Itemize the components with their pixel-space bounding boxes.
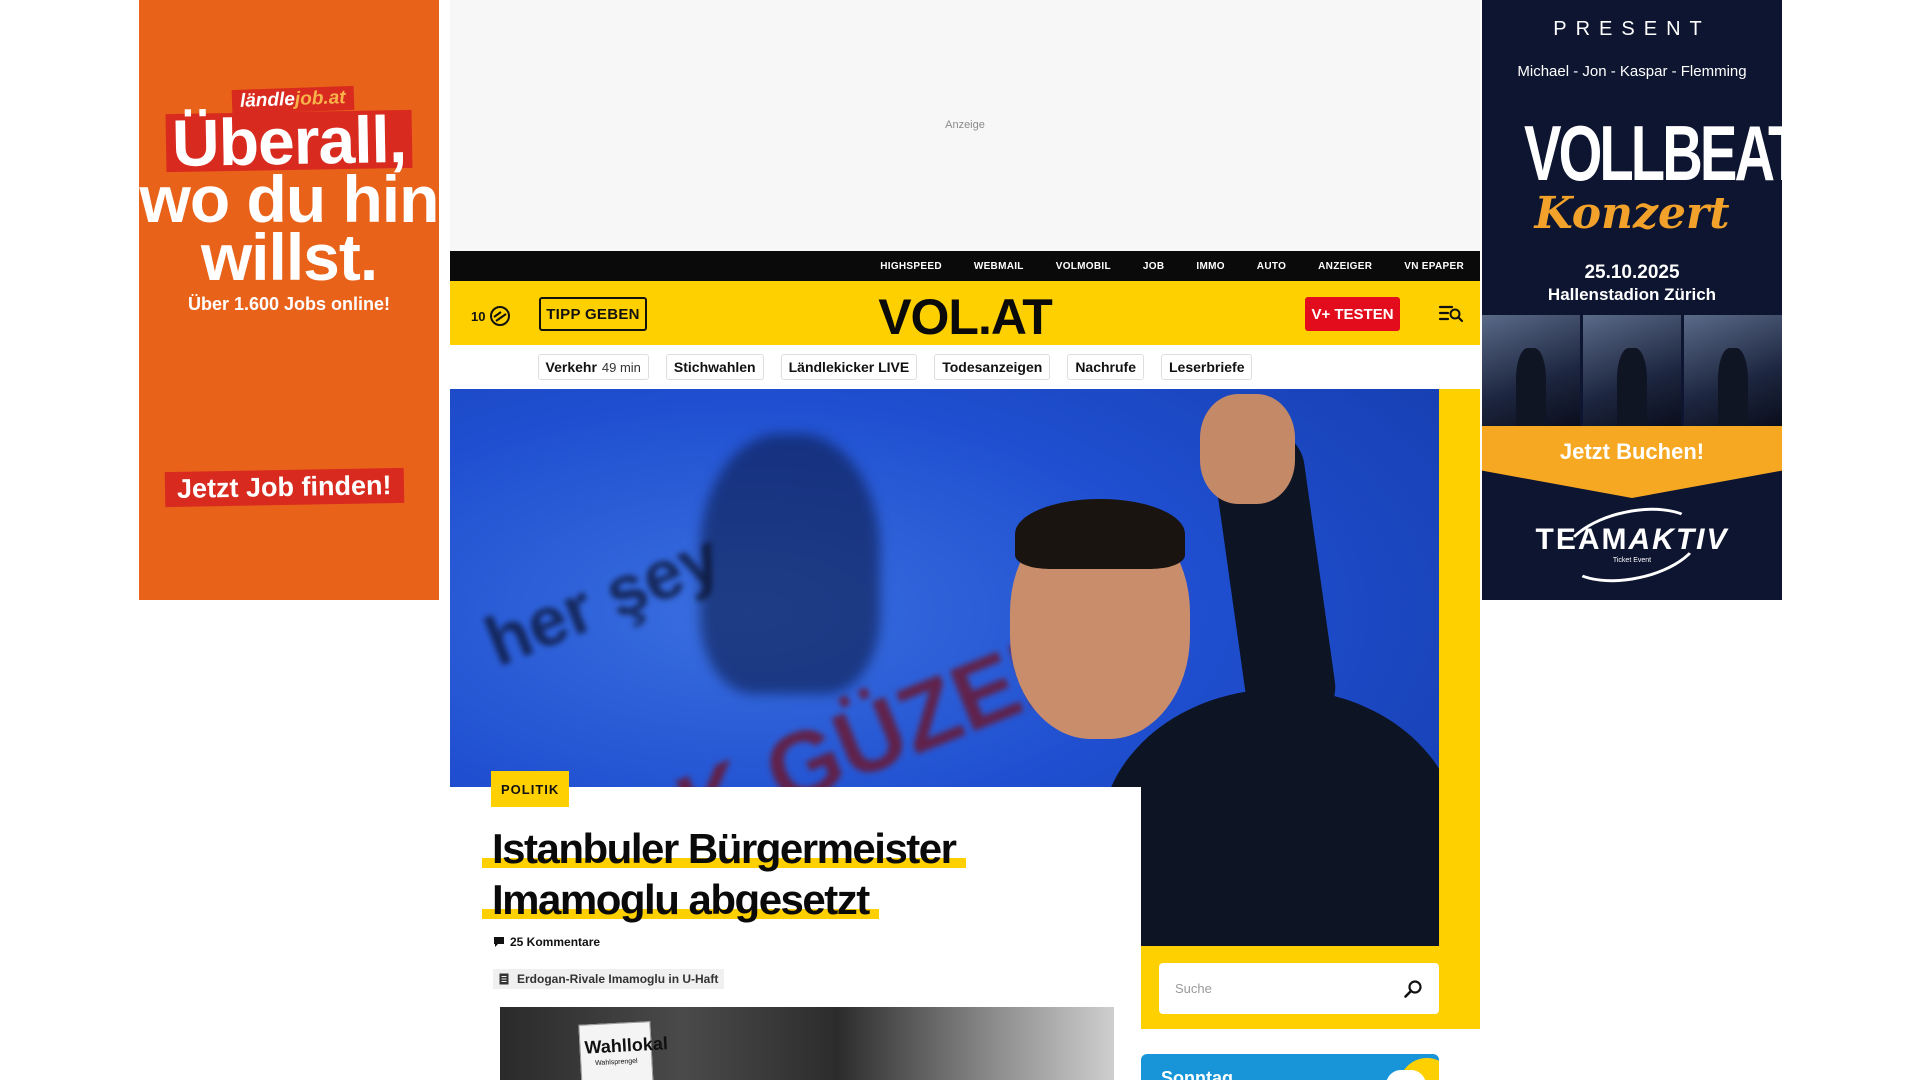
ad-organizer-logo: TEAMAKTIV — [1535, 523, 1729, 556]
comment-icon — [494, 937, 504, 947]
ad-present-text: PRESENT — [1553, 18, 1711, 40]
quick-link-stichwahlen[interactable]: Stichwahlen — [665, 354, 764, 380]
image-background-face — [700, 434, 880, 694]
related-article-image[interactable]: Wahllokal Wahlsprengel — [500, 1007, 1114, 1080]
service-link-immo[interactable]: IMMO — [1196, 261, 1224, 272]
left-skyscraper-ad[interactable]: ländlejob.at Überall, wo du hin willst. … — [139, 0, 439, 600]
image-suit — [1100, 689, 1439, 946]
ad-organizer-sub: Ticket Event — [1612, 557, 1652, 564]
right-skyscraper-ad[interactable]: PRESENT Michael - Jon - Kaspar - Flemmin… — [1482, 0, 1782, 600]
image-sign: Wahllokal Wahlsprengel — [578, 1021, 668, 1080]
ad-photo — [1684, 315, 1782, 426]
ad-cta-button[interactable]: Jetzt Job finden! — [164, 467, 404, 508]
service-link-highspeed[interactable]: HIGHSPEED — [880, 261, 942, 272]
related-article-title: Erdogan-Rivale Imamoglu in U-Haft — [517, 972, 719, 986]
tipp-geben-button[interactable]: TIPP GEBEN — [539, 297, 647, 331]
site-logo-link[interactable]: VOL.AT — [878, 289, 1053, 345]
quick-link-todesanzeigen[interactable]: Todesanzeigen — [934, 354, 1051, 380]
ad-photo-strip — [1482, 315, 1782, 426]
quick-links: Verkehr 49 min Stichwahlen Ländlekicker L… — [450, 345, 1480, 389]
article-title[interactable]: Istanbuler Bürgermeister Imamoglu abgese… — [482, 823, 1122, 925]
temperature-value: 10 — [471, 308, 486, 324]
quick-link-verkehr[interactable]: Verkehr 49 min — [537, 354, 649, 380]
quick-link-leserbriefe[interactable]: Leserbriefe — [1161, 354, 1253, 380]
image-banner-text: her şey — [474, 516, 731, 682]
ad-label: Anzeige — [945, 119, 985, 131]
hero-article-card[interactable]: POLITIK Istanbuler Bürgermeister Imamogl… — [450, 771, 1141, 1080]
document-icon — [499, 973, 509, 985]
search-menu-icon[interactable] — [1438, 301, 1464, 325]
ad-band-members: Michael - Jon - Kaspar - Flemming — [1517, 63, 1747, 80]
service-link-vn-epaper[interactable]: VN EPAPER — [1404, 261, 1464, 272]
article-title-line: Istanbuler Bürgermeister — [482, 825, 966, 872]
search-box — [1159, 963, 1439, 1014]
search-icon[interactable] — [1403, 979, 1423, 999]
service-navigation: HIGHSPEED WEBMAIL VOLMOBIL JOB IMMO AUTO… — [450, 251, 1480, 281]
image-speaker-hair — [1015, 499, 1185, 569]
weather-day: Sonntag — [1161, 1068, 1233, 1080]
ad-event-type: Konzert — [1534, 188, 1730, 239]
ad-event-date: 25.10.2025 — [1584, 262, 1680, 283]
service-link-job[interactable]: JOB — [1143, 261, 1164, 272]
comments-count: 25 Kommentare — [510, 935, 601, 949]
service-link-volmobil[interactable]: VOLMOBIL — [1056, 261, 1111, 272]
related-article-link[interactable]: Erdogan-Rivale Imamoglu in U-Haft — [493, 969, 725, 989]
ad-headline-line: Überall, — [165, 102, 413, 180]
ad-photo — [1482, 315, 1580, 426]
page: ländlejob.at Überall, wo du hin willst. … — [0, 0, 1920, 1080]
sun-icon — [490, 306, 511, 326]
article-title-line: Imamoglu abgesetzt — [482, 876, 879, 923]
ad-headline-line: willst. — [200, 220, 378, 294]
comments-link[interactable]: 25 Kommentare — [493, 935, 600, 949]
vplus-testen-button[interactable]: V+ TESTEN — [1305, 297, 1400, 331]
quick-link-laendlekicker[interactable]: Ländlekicker LIVE — [780, 354, 918, 380]
ad-headline: Überall, wo du hin willst. — [139, 102, 439, 294]
service-link-webmail[interactable]: WEBMAIL — [974, 261, 1024, 272]
ad-subline: Über 1.600 Jobs online! — [187, 294, 391, 314]
billboard-ad[interactable]: Anzeige — [450, 0, 1480, 251]
site-header: 10 TIPP GEBEN VOL.AT V+ TESTEN — [450, 281, 1480, 345]
service-link-anzeiger[interactable]: ANZEIGER — [1318, 261, 1372, 272]
image-fist — [1200, 394, 1295, 504]
search-input[interactable] — [1175, 981, 1403, 996]
weather-teaser[interactable]: Sonntag — [1141, 1054, 1439, 1080]
ad-photo — [1583, 315, 1681, 426]
weather-widget[interactable]: 10 — [471, 305, 511, 327]
ad-cta-button[interactable]: Jetzt Buchen! — [1482, 426, 1782, 498]
ad-event-venue: Hallenstadion Zürich — [1547, 285, 1717, 304]
service-link-auto[interactable]: AUTO — [1257, 261, 1286, 272]
ad-band-name: VOLLBEAT — [1524, 109, 1782, 197]
quick-link-nachrufe[interactable]: Nachrufe — [1067, 354, 1144, 380]
category-badge[interactable]: POLITIK — [491, 771, 570, 807]
